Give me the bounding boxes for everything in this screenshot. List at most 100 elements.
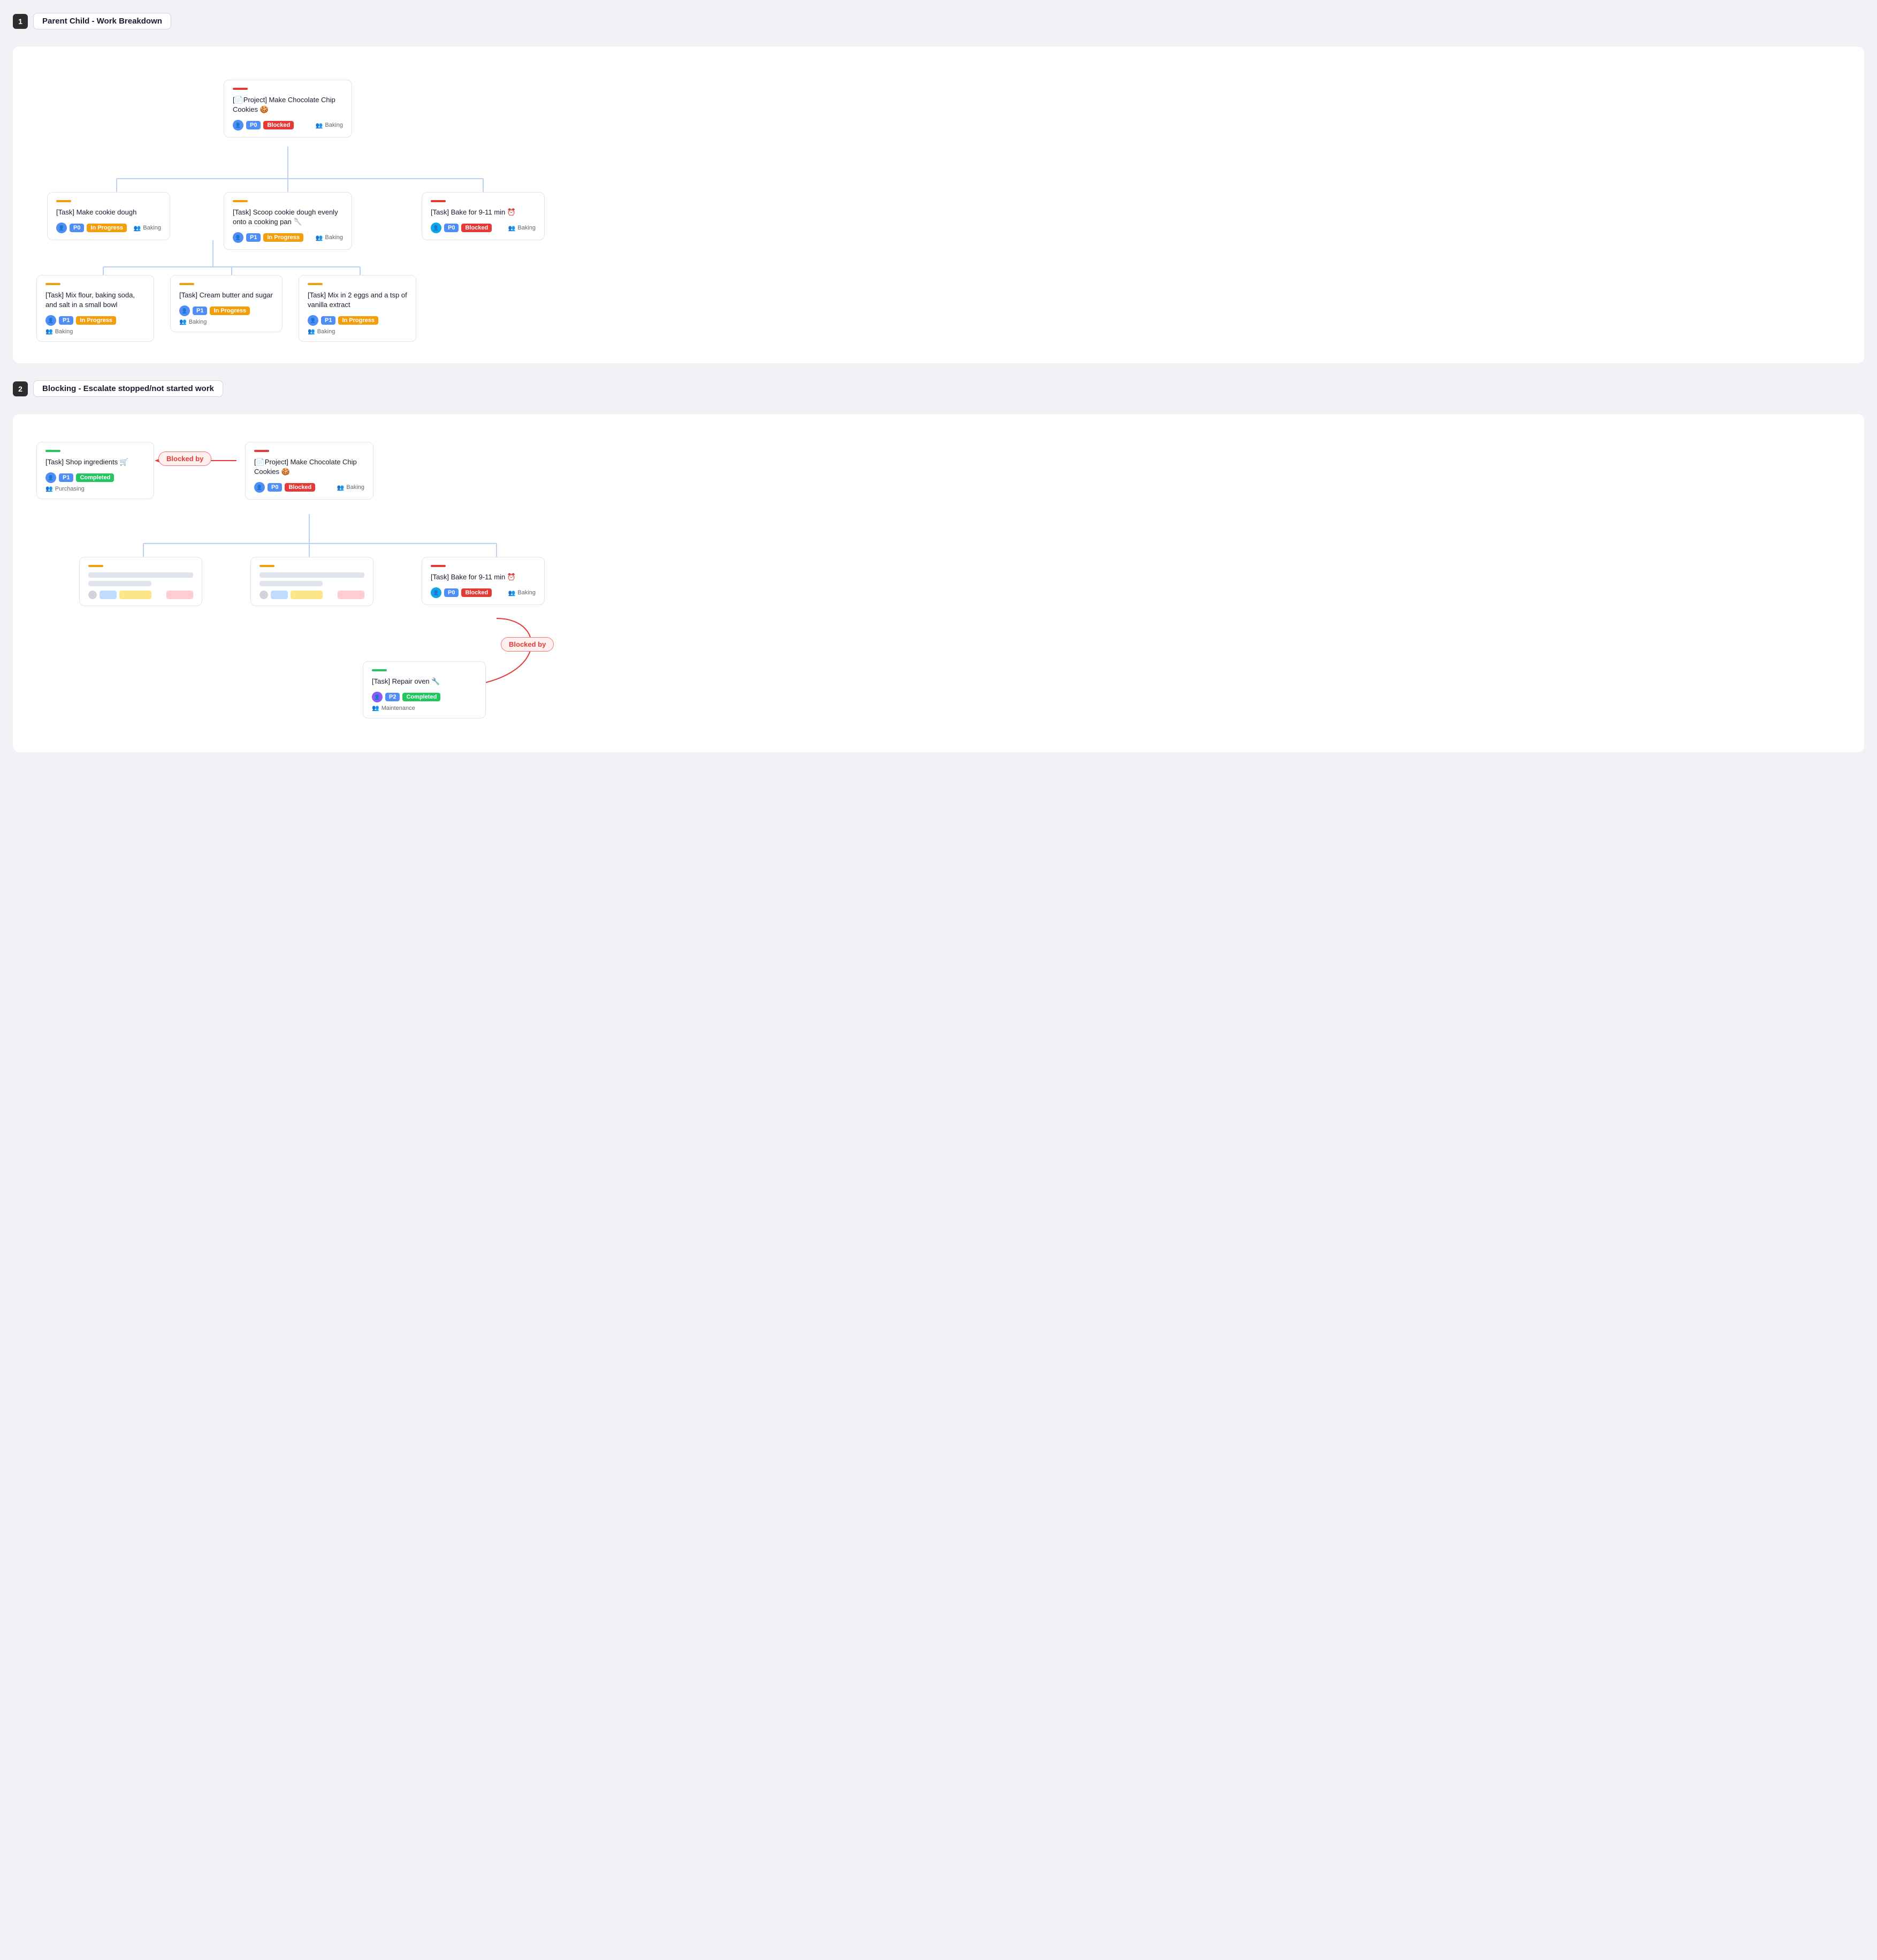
l1-3-bar [431, 200, 446, 202]
l2-3-priority: P1 [321, 316, 335, 325]
blurred-left-footer [88, 591, 193, 599]
shop-priority: P1 [59, 473, 73, 482]
shop-bar [45, 450, 60, 452]
l1-1-team: 👥 Baking [134, 225, 161, 232]
section-1-header: 1 Parent Child - Work Breakdown [13, 13, 1864, 29]
card-l2-1[interactable]: [Task] Mix flour, baking soda, and salt … [36, 275, 154, 342]
section-number-2: 2 [13, 381, 28, 396]
section-2: 2 Blocking - Escalate stopped/not starte… [13, 380, 1864, 752]
card-l1-1[interactable]: [Task] Make cookie dough 👤 P0 In Progres… [47, 192, 170, 240]
l1-1-footer: 👤 P0 In Progress 👥 Baking [56, 223, 161, 233]
shop-team: 👥 Purchasing [45, 485, 85, 492]
repair-title: [Task] Repair oven 🔧 [372, 677, 477, 686]
team-icon: 👥 [316, 122, 323, 129]
root-priority: P0 [246, 121, 261, 129]
bake-priority: P0 [444, 588, 459, 597]
root2-footer: 👤 P0 Blocked 👥 Baking [254, 482, 364, 493]
l1-1-avatar: 👤 [56, 223, 67, 233]
l2-2-priority: P1 [193, 307, 207, 315]
l2-3-team: 👥 Baking [308, 328, 335, 335]
bake-bar [431, 565, 446, 567]
l1-3-avatar: 👤 [431, 223, 441, 233]
card-l1-3[interactable]: [Task] Bake for 9-11 min ⏰ 👤 P0 Blocked … [422, 192, 545, 240]
section-title-1: Parent Child - Work Breakdown [33, 13, 171, 29]
root2-avatar: 👤 [254, 482, 265, 493]
blurred-center-footer [260, 591, 364, 599]
card-l2-3[interactable]: [Task] Mix in 2 eggs and a tsp of vanill… [299, 275, 416, 342]
l1-2-avatar: 👤 [233, 232, 243, 243]
l2-2-avatar: 👤 [179, 305, 190, 316]
shop-avatar: 👤 [45, 472, 56, 483]
l2-1-status: In Progress [76, 316, 116, 325]
root2-status: Blocked [285, 483, 315, 492]
l2-1-avatar: 👤 [45, 315, 56, 326]
section-title-2: Blocking - Escalate stopped/not started … [33, 380, 223, 397]
l1-3-footer: 👤 P0 Blocked 👥 Baking [431, 223, 536, 233]
l1-2-bar [233, 200, 248, 202]
l2-1-footer: 👤 P1 In Progress 👥 Baking [45, 315, 145, 335]
card-repair[interactable]: [Task] Repair oven 🔧 👤 P2 Completed 👥 Ma… [363, 661, 486, 718]
bake-footer: 👤 P0 Blocked 👥 Baking [431, 587, 536, 598]
root2-bar [254, 450, 269, 452]
section-1: 1 Parent Child - Work Breakdown [13, 13, 1864, 363]
blurred-badge-pink [166, 591, 193, 599]
l2-1-priority: P1 [59, 316, 73, 325]
section-1-diagram: [📄Project] Make Chocolate Chip Cookies 🍪… [13, 47, 1864, 363]
root-bar [233, 88, 248, 90]
card-shop[interactable]: [Task] Shop ingredients 🛒 👤 P1 Completed… [36, 442, 154, 499]
repair-footer: 👤 P2 Completed 👥 Maintenance [372, 692, 477, 711]
root-left: 👤 P0 Blocked [233, 120, 294, 131]
l1-1-status: In Progress [87, 224, 127, 232]
blurred-center-line1 [260, 572, 364, 578]
card-bake[interactable]: [Task] Bake for 9-11 min ⏰ 👤 P0 Blocked … [422, 557, 545, 605]
section-2-header: 2 Blocking - Escalate stopped/not starte… [13, 380, 1864, 397]
root2-title: [📄Project] Make Chocolate Chip Cookies 🍪 [254, 457, 364, 477]
l2-1-team: 👥 Baking [45, 328, 73, 335]
l2-2-title: [Task] Cream butter and sugar [179, 290, 273, 300]
repair-team: 👥 Maintenance [372, 705, 415, 711]
card-blurred-left [79, 557, 202, 606]
shop-footer: 👤 P1 Completed 👥 Purchasing [45, 472, 145, 492]
blurred-badge-blue [100, 591, 117, 599]
blurred-badge-yellow [119, 591, 151, 599]
l2-2-team: 👥 Baking [179, 318, 207, 325]
root-title: [📄Project] Make Chocolate Chip Cookies 🍪 [233, 95, 343, 114]
s2-diagram-area: [Task] Shop ingredients 🛒 👤 P1 Completed… [26, 431, 1851, 731]
l2-3-status: In Progress [338, 316, 378, 325]
root-avatar: 👤 [233, 120, 243, 131]
l2-2-status: In Progress [210, 307, 250, 315]
repair-status: Completed [402, 693, 440, 701]
card-root-2[interactable]: [📄Project] Make Chocolate Chip Cookies 🍪… [245, 442, 373, 500]
l2-2-bar [179, 283, 194, 285]
blurred-dot [88, 591, 97, 599]
bake-team: 👥 Baking [508, 589, 536, 596]
l2-1-title: [Task] Mix flour, baking soda, and salt … [45, 290, 145, 310]
card-blurred-center [250, 557, 373, 606]
l1-2-team: 👥 Baking [316, 234, 343, 241]
card-l2-2[interactable]: [Task] Cream butter and sugar 👤 P1 In Pr… [170, 275, 283, 332]
blurred-left-line1 [88, 572, 193, 578]
root2-team: 👥 Baking [337, 484, 364, 491]
l1-3-title: [Task] Bake for 9-11 min ⏰ [431, 208, 536, 217]
l1-2-status: In Progress [263, 233, 303, 242]
blurred-left-line2 [88, 581, 151, 586]
l2-2-footer: 👤 P1 In Progress 👥 Baking [179, 305, 273, 325]
blurred-left-bar [88, 565, 103, 567]
blocked-by-label-2: Blocked by [501, 637, 554, 652]
card-root-1[interactable]: [📄Project] Make Chocolate Chip Cookies 🍪… [224, 80, 352, 137]
card-l1-2[interactable]: [Task] Scoop cookie dough evenly onto a … [224, 192, 352, 250]
root2-priority: P0 [268, 483, 282, 492]
s1-diagram-area: [📄Project] Make Chocolate Chip Cookies 🍪… [26, 64, 1851, 342]
root-status: Blocked [263, 121, 294, 129]
shop-status: Completed [76, 473, 114, 482]
blurred-center-badge-blue [271, 591, 288, 599]
root-team: 👥 Baking [316, 122, 343, 129]
l1-3-status: Blocked [461, 224, 492, 232]
l2-3-footer: 👤 P1 In Progress 👥 Baking [308, 315, 407, 335]
blurred-center-dot [260, 591, 268, 599]
root-footer: 👤 P0 Blocked 👥 Baking [233, 120, 343, 131]
bake-title: [Task] Bake for 9-11 min ⏰ [431, 572, 536, 582]
shop-title: [Task] Shop ingredients 🛒 [45, 457, 145, 467]
l2-1-bar [45, 283, 60, 285]
l2-3-bar [308, 283, 323, 285]
